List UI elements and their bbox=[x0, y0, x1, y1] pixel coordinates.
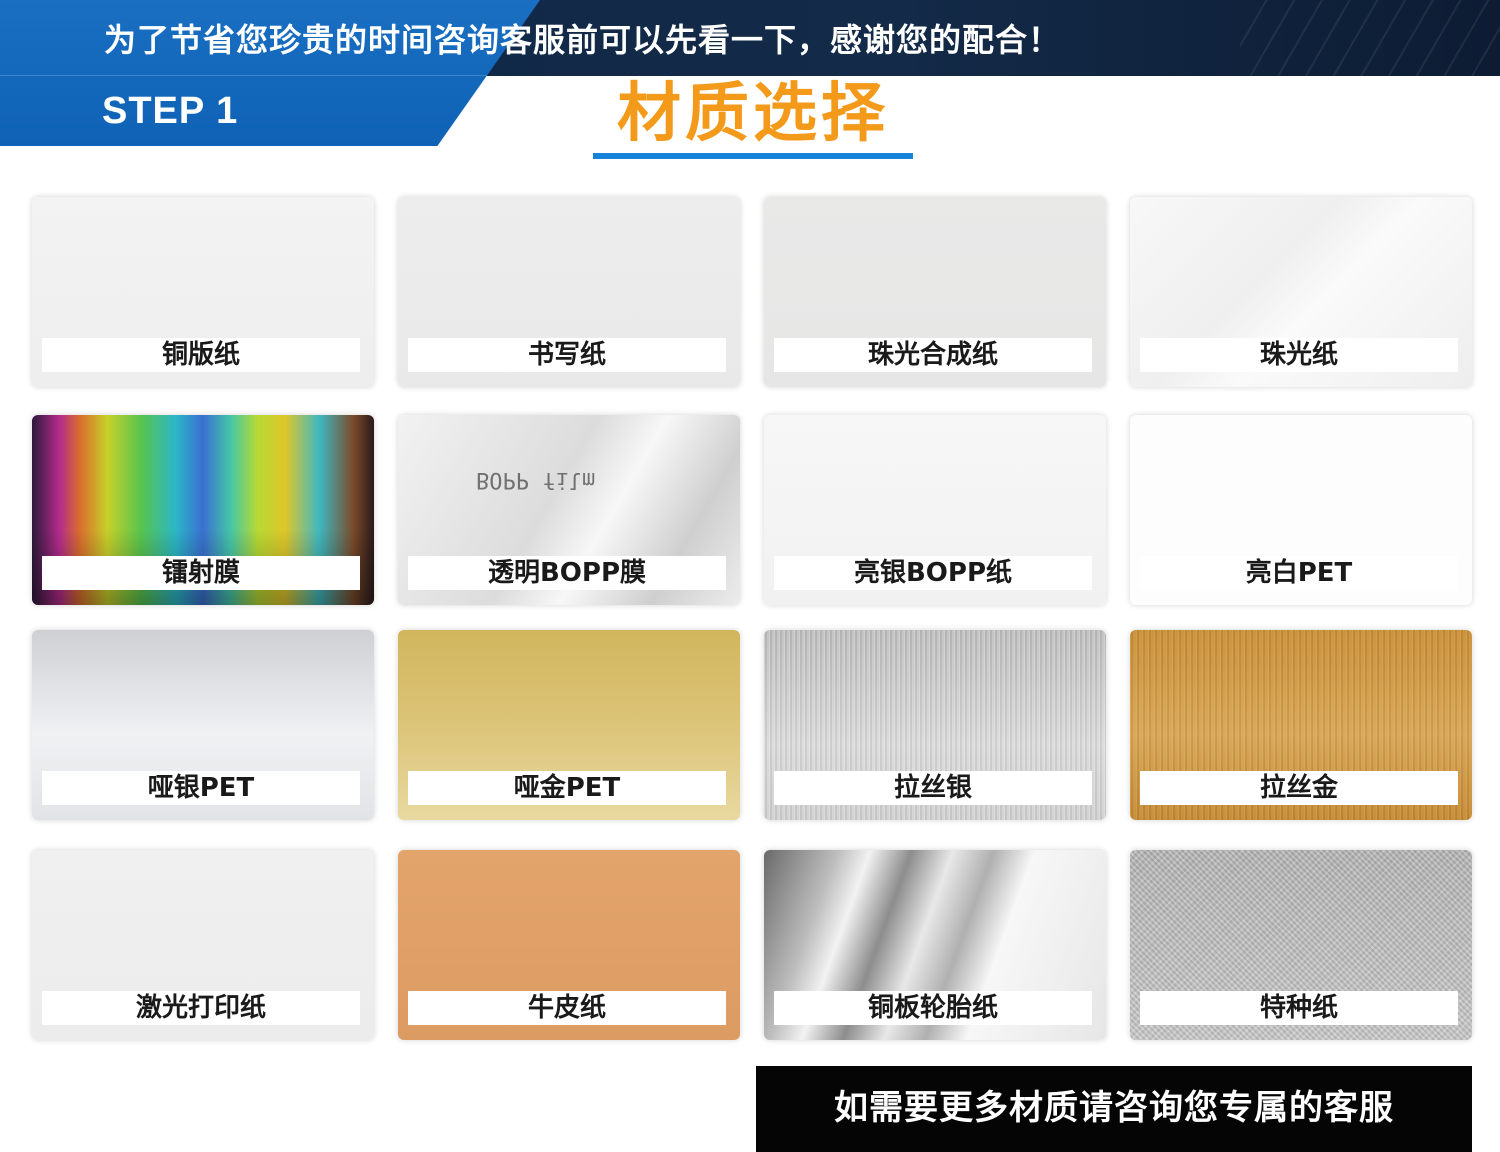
material-card-matte-gold-pet[interactable]: 哑金PET bbox=[398, 630, 740, 820]
material-label: 拉丝银 bbox=[774, 771, 1092, 805]
material-card-matte-silver-pet[interactable]: 哑银PET bbox=[32, 630, 374, 820]
film-print-text: BOPP film bbox=[476, 467, 596, 492]
material-card-brushed-silver[interactable]: 拉丝银 bbox=[764, 630, 1106, 820]
material-label: 亮银BOPP纸 bbox=[774, 556, 1092, 590]
material-card-laser-film[interactable]: 镭射膜 bbox=[32, 415, 374, 605]
material-card-pearl-paper[interactable]: 珠光纸 bbox=[1130, 197, 1472, 387]
material-label: 铜板轮胎纸 bbox=[774, 991, 1092, 1025]
material-card-clear-bopp-film[interactable]: BOPP film 透明BOPP膜 bbox=[398, 415, 740, 605]
material-label: 铜版纸 bbox=[42, 338, 360, 372]
material-label: 透明BOPP膜 bbox=[408, 556, 726, 590]
material-label: 珠光纸 bbox=[1140, 338, 1458, 372]
material-card-pearl-synthetic-paper[interactable]: 珠光合成纸 bbox=[764, 197, 1106, 387]
material-card-writing-paper[interactable]: 书写纸 bbox=[398, 197, 740, 387]
material-grid: 铜版纸 书写纸 珠光合成纸 珠光纸 镭射膜 BOPP film 透明BOPP膜 … bbox=[0, 0, 1500, 1152]
material-card-laser-print-paper[interactable]: 激光打印纸 bbox=[32, 850, 374, 1040]
material-label: 亮白PET bbox=[1140, 556, 1458, 590]
material-card-brushed-gold[interactable]: 拉丝金 bbox=[1130, 630, 1472, 820]
material-card-kraft-paper[interactable]: 牛皮纸 bbox=[398, 850, 740, 1040]
material-label: 书写纸 bbox=[408, 338, 726, 372]
material-card-coated-paper[interactable]: 铜版纸 bbox=[32, 197, 374, 387]
consult-service-button[interactable]: 如需要更多材质请咨询您专属的客服 bbox=[756, 1066, 1472, 1152]
material-label: 哑金PET bbox=[408, 771, 726, 805]
material-card-bright-white-pet[interactable]: 亮白PET bbox=[1130, 415, 1472, 605]
material-card-special-paper[interactable]: 特种纸 bbox=[1130, 850, 1472, 1040]
material-card-coated-tire-paper[interactable]: 铜板轮胎纸 bbox=[764, 850, 1106, 1040]
material-label: 哑银PET bbox=[42, 771, 360, 805]
material-card-bright-silver-bopp[interactable]: 亮银BOPP纸 bbox=[764, 415, 1106, 605]
material-label: 牛皮纸 bbox=[408, 991, 726, 1025]
material-label: 镭射膜 bbox=[42, 556, 360, 590]
material-label: 珠光合成纸 bbox=[774, 338, 1092, 372]
material-label: 激光打印纸 bbox=[42, 991, 360, 1025]
material-label: 特种纸 bbox=[1140, 991, 1458, 1025]
material-label: 拉丝金 bbox=[1140, 771, 1458, 805]
